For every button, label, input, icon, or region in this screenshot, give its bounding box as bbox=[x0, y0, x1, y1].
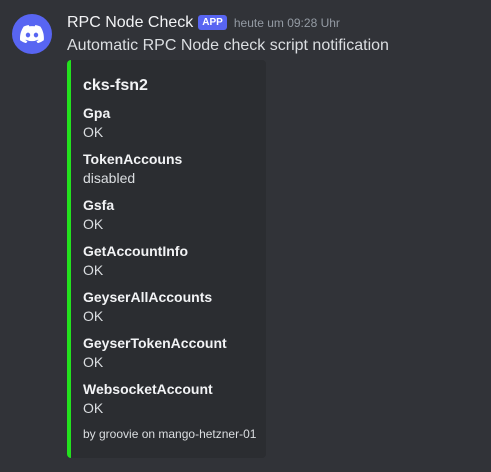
embed-field: GeyserAllAccounts OK bbox=[83, 288, 256, 326]
field-value: OK bbox=[83, 354, 104, 370]
field-name: TokenAccouns bbox=[83, 151, 183, 167]
app-badge: APP bbox=[198, 14, 227, 30]
field-name: Gsfa bbox=[83, 197, 115, 213]
username[interactable]: RPC Node Check bbox=[67, 14, 193, 32]
field-name: GetAccountInfo bbox=[83, 243, 188, 259]
field-value: OK bbox=[83, 216, 104, 232]
message-timestamp: heute um 09:28 Uhr bbox=[233, 16, 340, 30]
embed-title: cks-fsn2 bbox=[83, 77, 148, 94]
message-content: Automatic RPC Node check script notifica… bbox=[67, 37, 389, 54]
message-header: RPC Node Check APP heute um 09:28 Uhr bbox=[67, 14, 340, 32]
field-name: WebsocketAccount bbox=[83, 381, 213, 397]
embed-footer: by groovie on mango-hetzner-01 bbox=[83, 427, 257, 441]
field-name: Gpa bbox=[83, 105, 111, 121]
embed-field: GetAccountInfo OK bbox=[83, 242, 256, 280]
discord-logo-icon bbox=[20, 25, 44, 43]
embed-field: TokenAccouns disabled bbox=[83, 150, 256, 188]
field-value: OK bbox=[83, 308, 104, 324]
field-value: OK bbox=[83, 124, 104, 140]
embed-card: cks-fsn2 Gpa OK TokenAccouns disabled Gs… bbox=[67, 60, 266, 458]
bot-avatar[interactable] bbox=[12, 14, 52, 54]
field-name: GeyserAllAccounts bbox=[83, 289, 213, 305]
field-name: GeyserTokenAccount bbox=[83, 335, 227, 351]
field-value: disabled bbox=[83, 170, 136, 186]
embed-field: WebsocketAccount OK bbox=[83, 380, 256, 418]
embed-field: Gsfa OK bbox=[83, 196, 256, 234]
field-value: OK bbox=[83, 400, 104, 416]
field-value: OK bbox=[83, 262, 104, 278]
embed-field: Gpa OK bbox=[83, 104, 256, 142]
embed-field: GeyserTokenAccount OK bbox=[83, 334, 256, 372]
chat-message: RPC Node Check APP heute um 09:28 Uhr Au… bbox=[0, 0, 491, 472]
